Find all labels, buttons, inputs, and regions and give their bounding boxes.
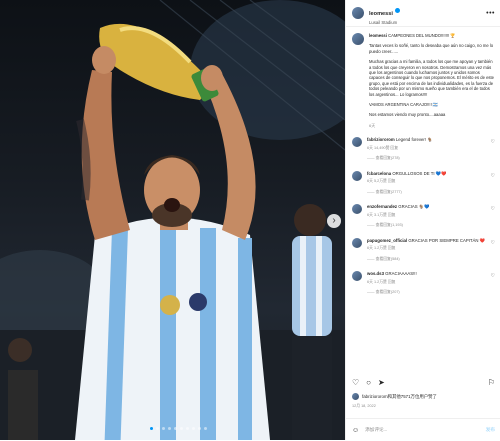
view-replies[interactable]: —— 查看回复(278) — [367, 156, 495, 162]
comment-meta[interactable]: 6天 1.2万赞 回复 — [367, 280, 495, 286]
avatar[interactable] — [352, 237, 362, 248]
more-icon[interactable]: ••• — [486, 10, 495, 17]
add-comment-bar: ☺ 添加评论... 发布 — [346, 418, 500, 441]
comment-text: GRACIAS 🐐💙 — [398, 204, 430, 210]
heart-icon[interactable]: ♡ — [491, 240, 495, 246]
carousel-dot — [168, 427, 171, 430]
avatar — [352, 393, 359, 400]
caption-line: CAMPEONES DEL MUNDO!!!!!!! 🏆 — [388, 33, 456, 38]
post-header: leomessi Lusail Stadium ••• — [346, 0, 500, 27]
caption-username[interactable]: leomessi — [369, 33, 387, 38]
comment-text: Legend forever! 🐐 — [395, 137, 433, 143]
comment-username[interactable]: fcbarcelona — [367, 171, 391, 176]
post-button[interactable]: 发布 — [486, 427, 495, 433]
comment-meta[interactable]: 6天 5,2万赞 回复 — [367, 179, 495, 185]
view-replies[interactable]: —— 查看回复(584) — [367, 257, 495, 263]
view-replies[interactable]: —— 查看回复(2777) — [367, 190, 495, 196]
avatar[interactable] — [352, 170, 362, 181]
carousel-dot — [198, 427, 201, 430]
post-date: 12月 18, 2022 — [352, 404, 376, 408]
caption-line: Nos estamos viendo muy pronto....aaaaa — [369, 112, 446, 118]
carousel-dot — [174, 427, 177, 430]
comment-username[interactable]: fabriziororom — [367, 137, 395, 142]
comments-scroll[interactable]: leomessi CAMPEONES DEL MUNDO!!!!!!! 🏆 Ta… — [346, 27, 500, 377]
avatar[interactable] — [352, 33, 364, 45]
comment-text: ORGULLOSOS DE TI 💙❤️ — [392, 170, 447, 176]
comment-item: fcbarcelona ORGULLOSOS DE TI 💙❤️ 6天 5,2万… — [352, 170, 495, 196]
comment-meta[interactable]: 6天 3.1万赞 回复 — [367, 213, 495, 219]
carousel-dots — [150, 427, 207, 430]
avatar[interactable] — [352, 137, 362, 148]
carousel-dot — [186, 427, 189, 430]
heart-icon[interactable]: ♡ — [491, 173, 495, 179]
caption-line: Muchas gracias a mi familia, a todos los… — [369, 59, 495, 97]
post-sidebar: leomessi Lusail Stadium ••• leomessi CAM… — [345, 0, 500, 440]
avatar[interactable] — [352, 7, 364, 19]
comment-username[interactable]: wos.ds3 — [367, 271, 384, 276]
likes-text: fabriziororom和其他7571万位用户赞了 — [362, 393, 437, 399]
comment-item: papugomez_official GRACIAS POR SIEMPRE C… — [352, 237, 495, 263]
carousel-dot — [192, 427, 195, 430]
verified-icon — [394, 7, 400, 13]
comment-item: enzofernandez GRACIAS 🐐💙 6天 3.1万赞 回复 —— … — [352, 204, 495, 229]
caption: leomessi CAMPEONES DEL MUNDO!!!!!!! 🏆 Ta… — [352, 33, 495, 128]
post-dialog: › leomessi Lusail Stadium ••• leomessi C… — [0, 0, 500, 440]
view-replies[interactable]: —— 查看回复(1,193) — [367, 223, 495, 229]
comment-text: GRACIAAAAS!!! — [385, 271, 417, 277]
carousel-dot — [180, 427, 183, 430]
share-icon[interactable]: ➤ — [378, 378, 385, 387]
carousel-dot — [204, 427, 207, 430]
like-icon[interactable]: ♡ — [352, 378, 359, 387]
comment-meta[interactable]: 6天 14,490赞 回复 — [367, 146, 495, 152]
comment-meta[interactable]: 6天 1.2万赞 回复 — [367, 246, 495, 252]
author-username[interactable]: leomessi — [369, 11, 393, 17]
next-photo-button[interactable]: › — [327, 214, 341, 228]
comment-text: GRACIAS POR SIEMPRE CAPITÁN ❤️ — [408, 237, 486, 243]
carousel-dot — [156, 427, 159, 430]
carousel-dot — [162, 427, 165, 430]
photo-illustration — [0, 0, 345, 440]
post-photo[interactable]: › — [0, 0, 345, 440]
comment-username[interactable]: enzofernandez — [367, 204, 397, 209]
emoji-icon[interactable]: ☺ — [352, 427, 359, 434]
carousel-dot — [150, 427, 153, 430]
avatar[interactable] — [352, 204, 362, 215]
heart-icon[interactable]: ♡ — [491, 206, 495, 212]
view-replies[interactable]: —— 查看回复(207) — [367, 290, 495, 296]
post-actions: ♡ ○ ➤ ⚐ — [352, 378, 495, 387]
caption-time: 6天 — [369, 122, 376, 128]
avatar[interactable] — [352, 271, 362, 282]
comment-icon[interactable]: ○ — [366, 378, 371, 387]
heart-icon[interactable]: ♡ — [491, 273, 495, 279]
location-link[interactable]: Lusail Stadium — [369, 20, 486, 25]
comment-item: wos.ds3 GRACIAAAAS!!! 6天 1.2万赞 回复 —— 查看回… — [352, 271, 495, 296]
comment-item: fabriziororom Legend forever! 🐐 6天 14,49… — [352, 137, 495, 162]
caption-line: VAMOS ARGENTINA CARAJO!!!! 🇦🇷 — [369, 102, 439, 108]
comment-username[interactable]: papugomez_official — [367, 238, 407, 243]
bookmark-icon[interactable]: ⚐ — [488, 378, 495, 387]
heart-icon[interactable]: ♡ — [491, 139, 495, 145]
comment-input[interactable]: 添加评论... — [365, 427, 486, 433]
likes-summary[interactable]: fabriziororom和其他7571万位用户赞了 — [352, 393, 495, 400]
caption-line: Tantas veces lo soñé, tanto lo deseaba q… — [369, 43, 494, 54]
